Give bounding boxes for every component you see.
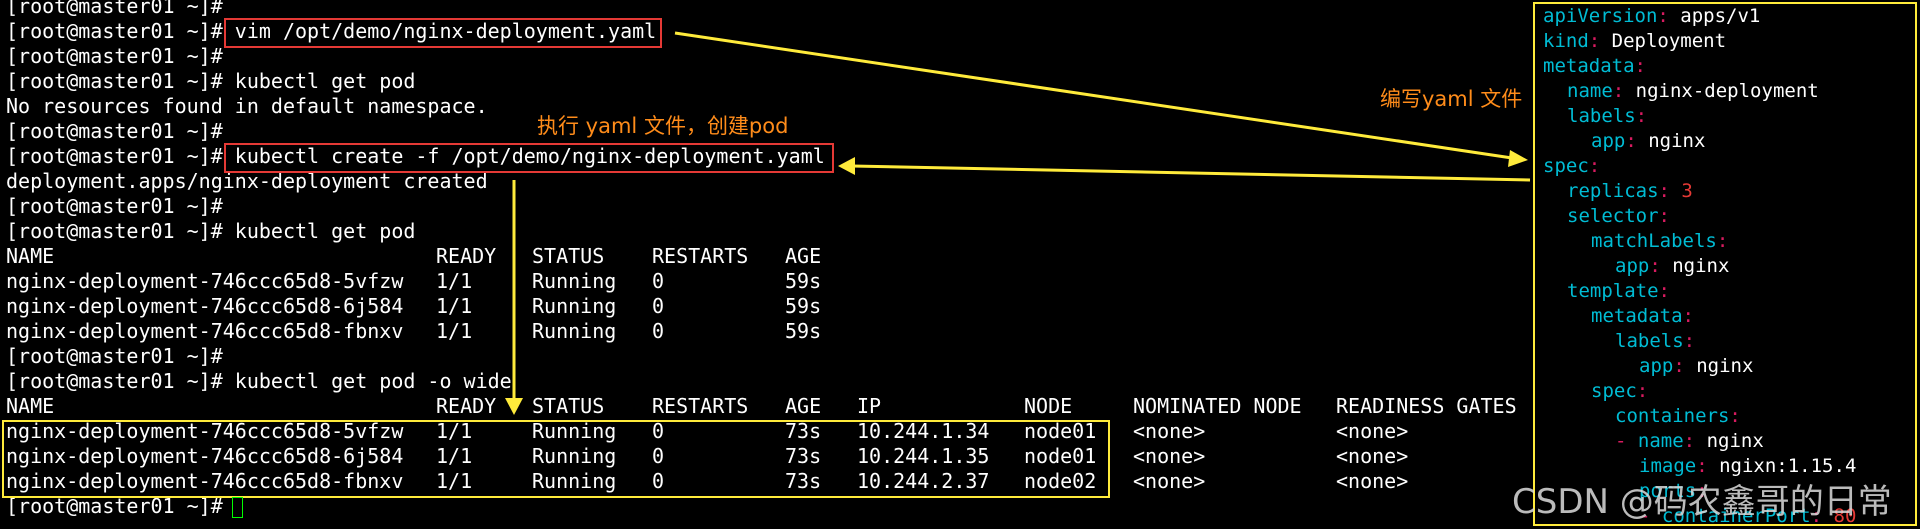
yaml-line: template: — [1567, 280, 1670, 302]
terminal-line: [root@master01 ~]# — [6, 0, 223, 18]
yaml-line: replicas: 3 — [1567, 180, 1693, 202]
pod-restarts: 0 — [652, 319, 665, 343]
column-header-restarts: RESTARTS — [652, 244, 749, 268]
column-header-readiness-gates: READINESS GATES — [1336, 394, 1517, 418]
annotation-run-yaml: 执行 yaml 文件，创建pod — [537, 114, 789, 138]
column-header-nominated-node: NOMINATED NODE — [1133, 394, 1302, 418]
terminal-line: No resources found in default namespace. — [6, 94, 488, 118]
arrow-yaml-to-create-head — [838, 157, 855, 175]
terminal-line: [root@master01 ~]# kubectl get pod — [6, 219, 416, 243]
wide-output-highlight — [2, 420, 1110, 498]
vim-command-highlight — [224, 18, 662, 48]
column-header-status: STATUS — [532, 394, 605, 418]
yaml-line: spec: — [1543, 155, 1601, 177]
yaml-line: - name: nginx — [1615, 430, 1764, 452]
yaml-line: labels: — [1615, 330, 1696, 352]
yaml-line: kind: Deployment — [1543, 30, 1727, 52]
column-header-name: NAME — [6, 394, 55, 418]
pod-status: Running — [532, 294, 617, 318]
terminal-window[interactable]: [root@master01 ~]# [root@master01 ~]# vi… — [0, 0, 1920, 529]
column-header-ip: IP — [857, 394, 882, 418]
yaml-line: containers: — [1615, 405, 1741, 427]
yaml-line: selector: — [1567, 205, 1670, 227]
yaml-line: metadata: — [1543, 55, 1646, 77]
column-header-ready: READY — [436, 394, 497, 418]
yaml-file-panel: apiVersion: apps/v1 kind: Deployment met… — [1533, 2, 1917, 527]
annotation-write-yaml: 编写yaml 文件 — [1380, 87, 1523, 111]
pod-name: nginx-deployment-746ccc65d8-fbnxv — [6, 319, 404, 343]
column-header-restarts: RESTARTS — [652, 394, 749, 418]
pod-ready: 1/1 — [436, 269, 473, 293]
terminal-line: [root@master01 ~]# — [6, 119, 223, 143]
pod-readiness-gates: <none> — [1336, 419, 1409, 443]
yaml-line: name: nginx-deployment — [1567, 80, 1819, 102]
column-header-status: STATUS — [532, 244, 605, 268]
yaml-line: apiVersion: apps/v1 — [1543, 5, 1761, 27]
column-header-age: AGE — [785, 394, 822, 418]
terminal-line: [root@master01 ~]# — [6, 194, 223, 218]
terminal-line: [root@master01 ~]# — [6, 344, 223, 368]
pod-ready: 1/1 — [436, 319, 473, 343]
yaml-line: matchLabels: — [1591, 230, 1729, 252]
pod-status: Running — [532, 269, 617, 293]
yaml-line: spec: — [1591, 380, 1649, 402]
watermark: CSDN @码农鑫哥的日常 — [1512, 482, 1892, 522]
pod-status: Running — [532, 319, 617, 343]
column-header-name: NAME — [6, 244, 55, 268]
pod-restarts: 0 — [652, 294, 665, 318]
pod-restarts: 0 — [652, 269, 665, 293]
pod-name: nginx-deployment-746ccc65d8-5vfzw — [6, 269, 404, 293]
yaml-line: app: nginx — [1615, 255, 1730, 277]
terminal-line: [root@master01 ~]# kubectl get pod — [6, 69, 416, 93]
yaml-line: app: nginx — [1639, 355, 1754, 377]
pod-age: 59s — [785, 269, 822, 293]
arrow-yaml-to-create — [851, 164, 1531, 182]
column-header-age: AGE — [785, 244, 822, 268]
yaml-line: app: nginx — [1591, 130, 1706, 152]
arrow-vim-to-yaml-head — [1508, 150, 1528, 167]
yaml-line: labels: — [1567, 105, 1648, 127]
pod-ready: 1/1 — [436, 294, 473, 318]
terminal-line: [root@master01 ~]# — [6, 44, 223, 68]
pod-name: nginx-deployment-746ccc65d8-6j584 — [6, 294, 404, 318]
pod-nominated-node: <none> — [1133, 469, 1206, 493]
terminal-cursor[interactable] — [232, 497, 243, 518]
pod-nominated-node: <none> — [1133, 444, 1206, 468]
yaml-line: metadata: — [1591, 305, 1694, 327]
pod-readiness-gates: <none> — [1336, 444, 1409, 468]
arrow-create-to-output-head — [505, 398, 523, 415]
terminal-line: [root@master01 ~]# kubectl get pod -o wi… — [6, 369, 512, 393]
pod-age: 59s — [785, 319, 822, 343]
create-command-highlight — [224, 143, 834, 173]
column-header-ready: READY — [436, 244, 497, 268]
pod-readiness-gates: <none> — [1336, 469, 1409, 493]
pod-nominated-node: <none> — [1133, 419, 1206, 443]
column-header-node: NODE — [1024, 394, 1073, 418]
pod-age: 59s — [785, 294, 822, 318]
